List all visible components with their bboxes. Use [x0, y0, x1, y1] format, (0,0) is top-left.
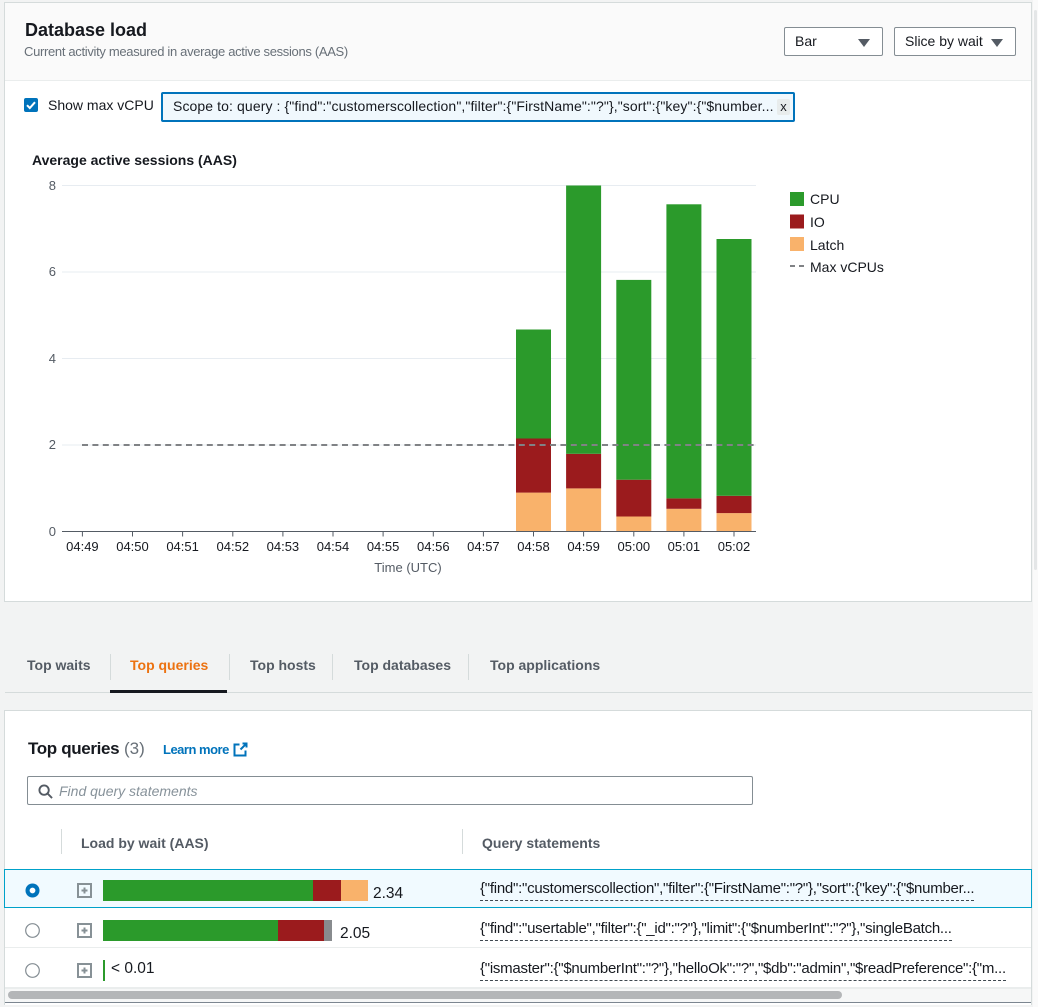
svg-text:04:50: 04:50	[116, 539, 149, 554]
svg-text:04:54: 04:54	[317, 539, 350, 554]
svg-text:04:58: 04:58	[517, 539, 550, 554]
svg-text:04:49: 04:49	[66, 539, 99, 554]
svg-text:04:59: 04:59	[567, 539, 600, 554]
svg-text:05:01: 05:01	[668, 539, 701, 554]
svg-text:Max vCPUs: Max vCPUs	[810, 259, 884, 275]
svg-text:04:57: 04:57	[467, 539, 500, 554]
svg-text:Time (UTC): Time (UTC)	[374, 560, 441, 575]
svg-text:04:55: 04:55	[367, 539, 400, 554]
svg-text:04:56: 04:56	[417, 539, 450, 554]
svg-text:04:51: 04:51	[166, 539, 199, 554]
svg-text:Average active sessions (AAS): Average active sessions (AAS)	[32, 152, 237, 168]
svg-text:2: 2	[49, 437, 56, 452]
svg-text:04:52: 04:52	[217, 539, 250, 554]
svg-text:4: 4	[49, 351, 56, 366]
svg-text:05:00: 05:00	[618, 539, 651, 554]
svg-text:CPU: CPU	[810, 191, 840, 207]
svg-text:8: 8	[49, 178, 56, 193]
svg-text:IO: IO	[810, 214, 825, 230]
svg-text:6: 6	[49, 264, 56, 279]
svg-text:Latch: Latch	[810, 237, 844, 253]
svg-text:0: 0	[49, 524, 56, 539]
svg-text:04:53: 04:53	[267, 539, 300, 554]
svg-text:05:02: 05:02	[718, 539, 751, 554]
